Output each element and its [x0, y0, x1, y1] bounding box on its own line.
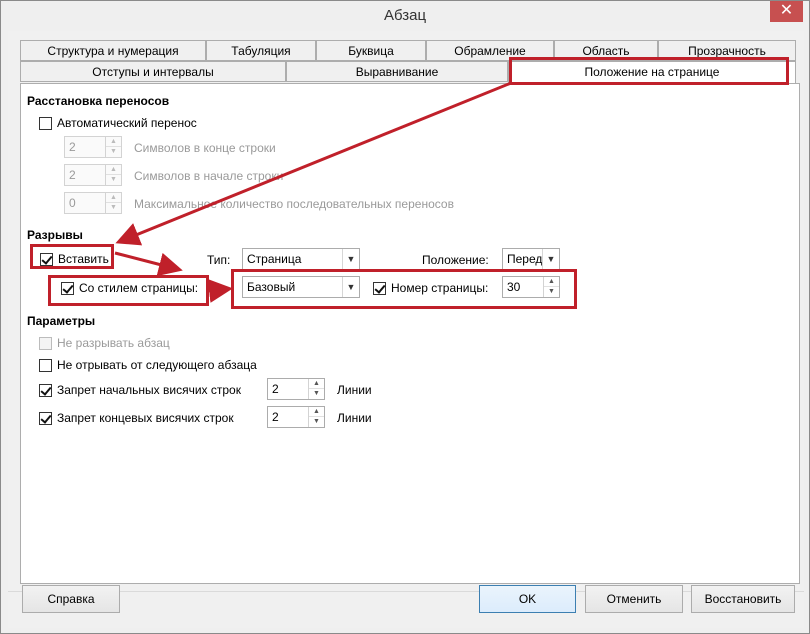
- break-type-select[interactable]: Страница ▼: [242, 248, 360, 270]
- widow-arrows[interactable]: ▲ ▼: [308, 407, 324, 427]
- widow-row[interactable]: Запрет концевых висячих строк: [39, 411, 234, 425]
- chars-end-value: 2: [69, 140, 76, 154]
- widow-label: Запрет концевых висячих строк: [57, 411, 234, 425]
- max-hyphens-value: 0: [69, 196, 76, 210]
- text-flow-page: Расстановка переносов Автоматический пер…: [20, 83, 800, 584]
- insert-break-label: Вставить: [58, 252, 109, 266]
- keep-with-next-checkbox[interactable]: [39, 358, 52, 372]
- auto-hyphenation-row[interactable]: Автоматический перенос: [39, 116, 197, 130]
- chevron-down-icon[interactable]: ▼: [106, 147, 121, 157]
- help-button[interactable]: Справка: [22, 585, 120, 613]
- insert-break-checkbox[interactable]: [40, 252, 53, 266]
- tab-text-flow[interactable]: Положение на странице: [508, 61, 796, 83]
- orphan-checkbox[interactable]: [39, 383, 52, 397]
- chevron-down-icon[interactable]: ▼: [342, 249, 359, 269]
- tab-alignment[interactable]: Выравнивание: [286, 61, 508, 82]
- widow-unit: Линии: [337, 411, 372, 425]
- chevron-up-icon[interactable]: ▲: [106, 193, 121, 203]
- options-title: Параметры: [27, 314, 96, 328]
- chevron-down-icon[interactable]: ▼: [342, 277, 359, 297]
- dont-split-label: Не разрывать абзац: [57, 336, 170, 350]
- page-number-stepper[interactable]: 30 ▲ ▼: [502, 276, 560, 298]
- auto-hyphenation-label: Автоматический перенос: [57, 116, 197, 130]
- page-style-select[interactable]: Базовый ▼: [242, 276, 360, 298]
- dont-split-checkbox[interactable]: [39, 336, 52, 350]
- max-hyphens-arrows[interactable]: ▲ ▼: [105, 193, 121, 213]
- dont-split-row[interactable]: Не разрывать абзац: [39, 336, 170, 350]
- title-bar: Абзац ✕: [1, 1, 809, 31]
- reset-button[interactable]: Восстановить: [691, 585, 795, 613]
- orphan-unit: Линии: [337, 383, 372, 397]
- tab-outline-numbering[interactable]: Структура и нумерация: [20, 40, 206, 61]
- orphan-label: Запрет начальных висячих строк: [57, 383, 241, 397]
- page-style-value: Базовый: [247, 280, 296, 294]
- break-position-label: Положение:: [422, 253, 489, 267]
- breaks-title: Разрывы: [27, 228, 83, 242]
- page-number-label: Номер страницы:: [391, 281, 489, 295]
- footer-divider: [8, 591, 804, 592]
- widow-value: 2: [272, 410, 279, 424]
- chevron-down-icon[interactable]: ▼: [309, 417, 324, 427]
- close-button[interactable]: ✕: [770, 1, 803, 22]
- auto-hyphenation-checkbox[interactable]: [39, 116, 52, 130]
- break-position-select[interactable]: Перед ▼: [502, 248, 560, 270]
- widow-stepper[interactable]: 2 ▲ ▼: [267, 406, 325, 428]
- chars-end-arrows[interactable]: ▲ ▼: [105, 137, 121, 157]
- page-number-checkbox[interactable]: [373, 281, 386, 295]
- with-page-style-label: Со стилем страницы:: [79, 281, 199, 295]
- chevron-down-icon[interactable]: ▼: [544, 287, 559, 297]
- orphan-row[interactable]: Запрет начальных висячих строк: [39, 383, 241, 397]
- tab-transparency[interactable]: Прозрачность: [658, 40, 796, 61]
- page-number-value: 30: [507, 280, 521, 294]
- keep-with-next-label: Не отрывать от следующего абзаца: [57, 358, 257, 372]
- chevron-down-icon[interactable]: ▼: [542, 249, 559, 269]
- max-hyphens-label: Максимальное количество последовательных…: [134, 197, 454, 211]
- chevron-up-icon[interactable]: ▲: [309, 379, 324, 389]
- chars-start-stepper[interactable]: 2 ▲ ▼: [64, 164, 122, 186]
- tab-tabs[interactable]: Табуляция: [206, 40, 316, 61]
- chars-start-value: 2: [69, 168, 76, 182]
- orphan-stepper[interactable]: 2 ▲ ▼: [267, 378, 325, 400]
- window-title: Абзац: [383, 7, 427, 24]
- chevron-up-icon[interactable]: ▲: [106, 137, 121, 147]
- chevron-down-icon[interactable]: ▼: [106, 203, 121, 213]
- chars-start-arrows[interactable]: ▲ ▼: [105, 165, 121, 185]
- orphan-value: 2: [272, 382, 279, 396]
- page-number-arrows[interactable]: ▲ ▼: [543, 277, 559, 297]
- keep-with-next-row[interactable]: Не отрывать от следующего абзаца: [39, 358, 257, 372]
- widow-checkbox[interactable]: [39, 411, 52, 425]
- break-position-value: Перед: [507, 252, 543, 266]
- dialog-client: Структура и нумерация Табуляция Буквица …: [8, 31, 804, 628]
- break-type-label: Тип:: [207, 253, 231, 267]
- tab-indents-spacing[interactable]: Отступы и интервалы: [20, 61, 286, 82]
- orphan-arrows[interactable]: ▲ ▼: [308, 379, 324, 399]
- cancel-button[interactable]: Отменить: [585, 585, 683, 613]
- chevron-down-icon[interactable]: ▼: [106, 175, 121, 185]
- insert-break-row[interactable]: Вставить: [40, 252, 109, 266]
- chars-start-label: Символов в начале строки: [134, 169, 284, 183]
- chevron-up-icon[interactable]: ▲: [309, 407, 324, 417]
- chars-end-label: Символов в конце строки: [134, 141, 276, 155]
- max-hyphens-stepper[interactable]: 0 ▲ ▼: [64, 192, 122, 214]
- ok-button[interactable]: OK: [479, 585, 576, 613]
- chevron-up-icon[interactable]: ▲: [106, 165, 121, 175]
- break-type-value: Страница: [247, 252, 302, 266]
- tab-area[interactable]: Область: [554, 40, 658, 61]
- with-page-style-checkbox[interactable]: [61, 281, 74, 295]
- chars-end-stepper[interactable]: 2 ▲ ▼: [64, 136, 122, 158]
- with-page-style-row[interactable]: Со стилем страницы:: [61, 281, 198, 295]
- tab-drop-caps[interactable]: Буквица: [316, 40, 426, 61]
- paragraph-dialog: Абзац ✕ Структура и нумерация Табуляция …: [0, 0, 810, 634]
- chevron-down-icon[interactable]: ▼: [309, 389, 324, 399]
- tab-borders[interactable]: Обрамление: [426, 40, 554, 61]
- chevron-up-icon[interactable]: ▲: [544, 277, 559, 287]
- hyphenation-title: Расстановка переносов: [27, 94, 170, 108]
- page-number-row[interactable]: Номер страницы:: [373, 281, 488, 295]
